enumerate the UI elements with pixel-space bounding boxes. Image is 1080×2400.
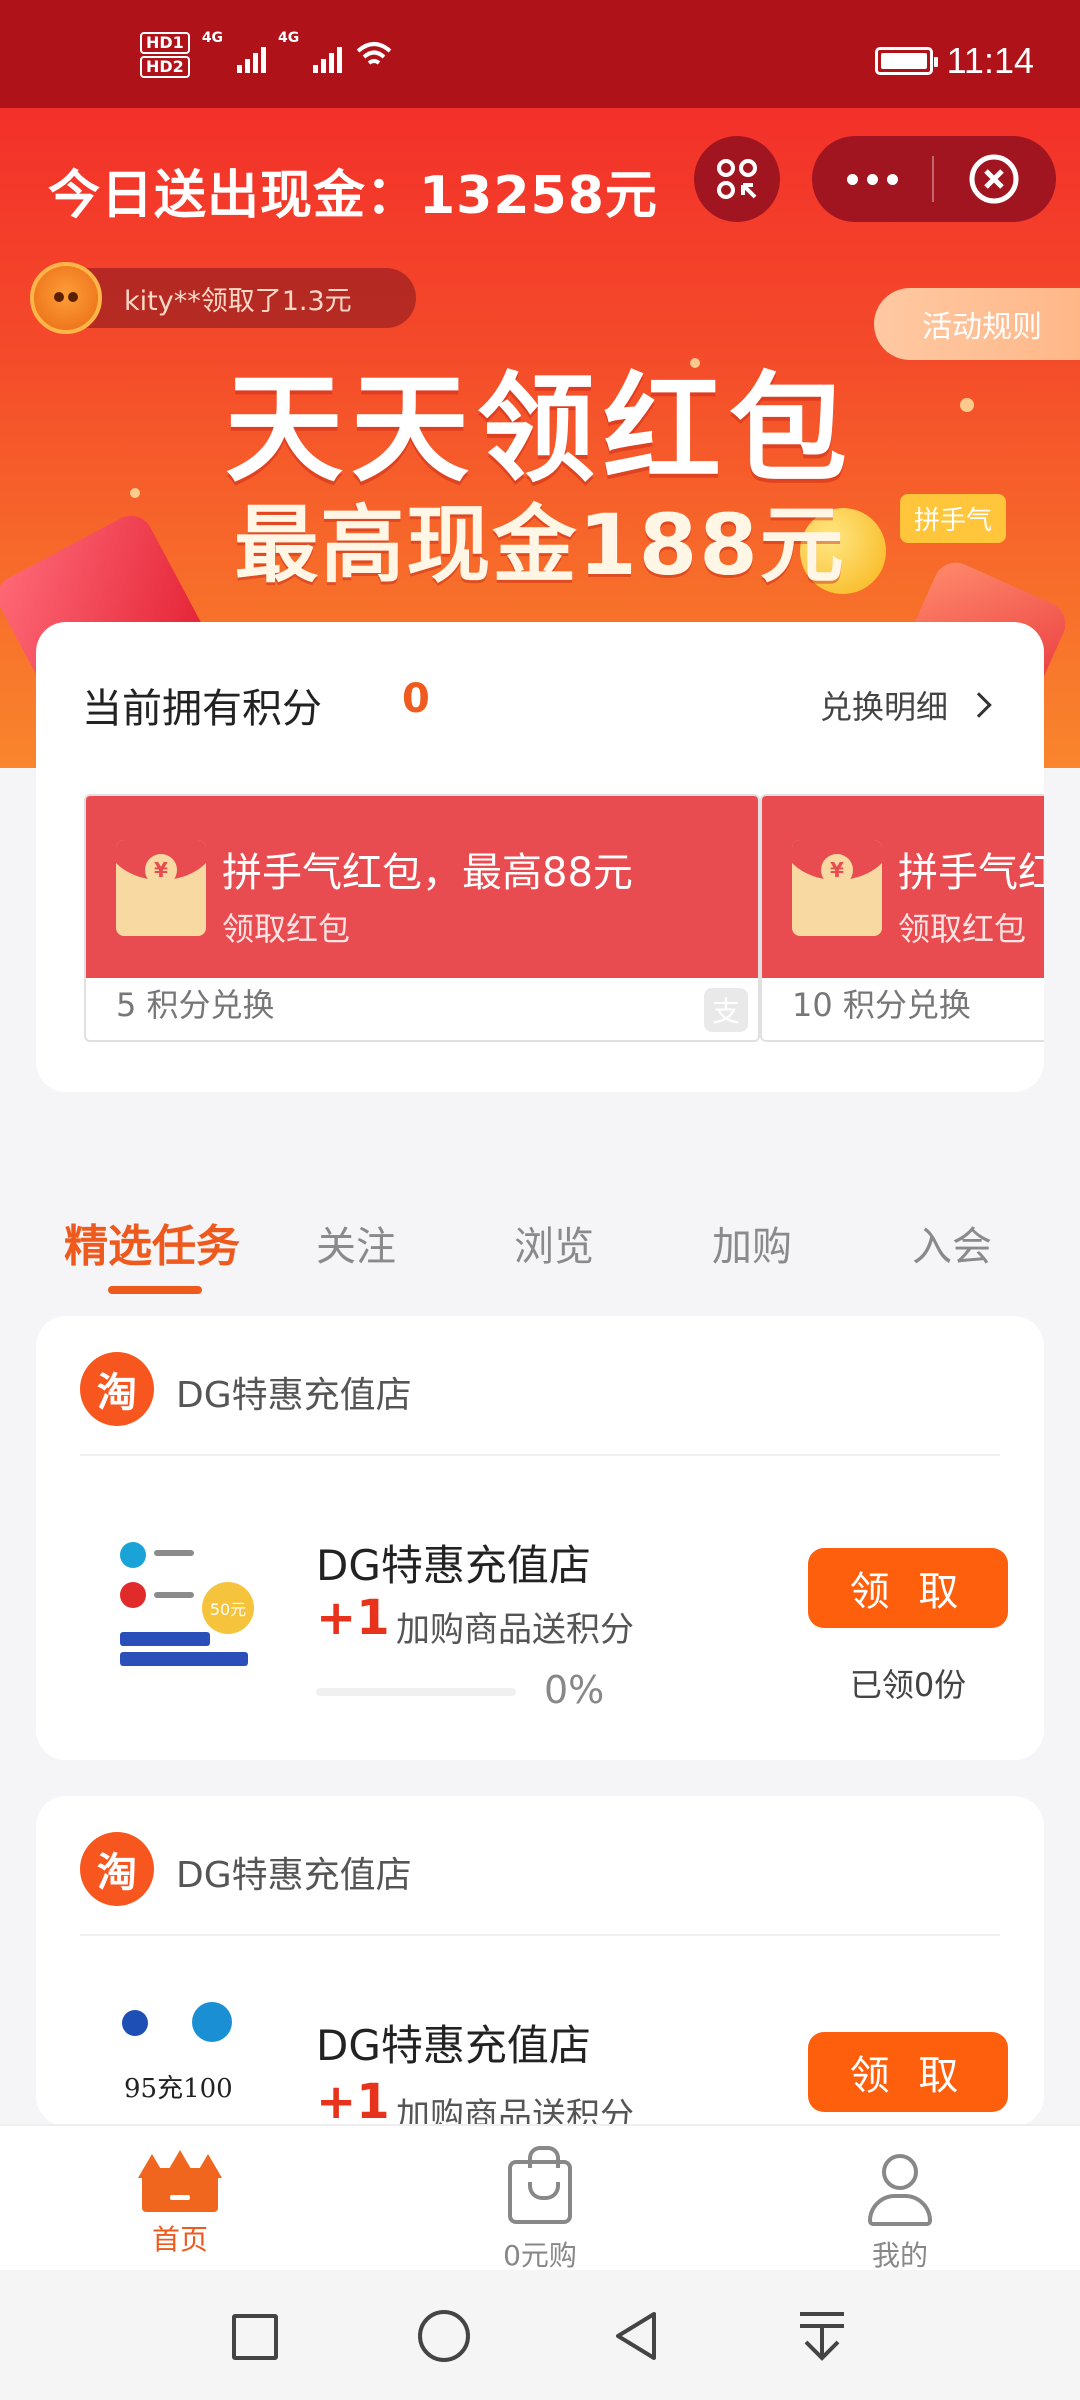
ticker-text: kity**领取了1.3元 <box>124 285 352 317</box>
signal-2-icon <box>313 37 343 73</box>
thumb-text-line <box>154 1550 194 1556</box>
china-mobile-logo <box>192 2002 232 2042</box>
signal-1-icon <box>237 37 267 73</box>
network-type-2: 4G <box>278 30 300 46</box>
status-bar: HD1 HD2 4G 4G 11:14 <box>0 0 1080 108</box>
bottom-nav: 首页 0元购 我的 <box>0 2124 1080 2272</box>
coupon-list: ¥ 拼手气红包，最高88元 领取红包 5 积分兑换 支 ¥ 拼手气红包，最高88… <box>84 794 1044 1042</box>
more-button[interactable] <box>812 173 932 185</box>
hd2-label: HD2 <box>140 56 190 78</box>
tab-indicator <box>108 1286 202 1294</box>
nav-home-label: 首页 <box>151 2223 208 2256</box>
wifi-icon <box>356 42 392 65</box>
coupon-title: 拼手气红包，最高88元 <box>222 850 633 896</box>
close-icon <box>969 154 1019 204</box>
network-type-1: 4G <box>201 30 224 46</box>
product-thumbnail[interactable]: 95充100 <box>116 1992 256 2126</box>
close-button[interactable] <box>934 153 1054 205</box>
divider <box>80 1454 1000 1456</box>
points-label: 当前拥有积分 <box>82 686 322 732</box>
task-description: 加购商品送积分 <box>396 2096 634 2126</box>
coupon-card[interactable]: ¥ 拼手气红包，最高88元 领取红包 5 积分兑换 支 <box>84 794 760 1042</box>
lucky-badge: 拼手气 <box>900 494 1007 543</box>
thumb-strip <box>120 1632 210 1646</box>
back-button[interactable] <box>608 2308 664 2364</box>
product-name: DG特惠充值店 <box>316 2021 591 2070</box>
points-card: 当前拥有积分 0 兑换明细 ¥ 拼手气红包，最高88元 领取红包 5 积分兑换 … <box>36 622 1044 1092</box>
product-name: DG特惠充值店 <box>316 1541 591 1590</box>
task-card: 淘 DG特惠充值店 95充100 DG特惠充值店 +1 加购商品送积分 领 取 <box>36 1796 1044 2126</box>
thumb-coin: 50元 <box>202 1582 254 1634</box>
claim-button[interactable]: 领 取 <box>808 2032 1008 2112</box>
taobao-icon: 淘 <box>80 1832 154 1906</box>
points-reward: +1 <box>316 2074 390 2126</box>
coupon-top: ¥ 拼手气红包，最高88元 领取红包 <box>762 796 1044 978</box>
recharge-card-image: 95充100 <box>116 2002 256 2126</box>
nav-zero-buy[interactable]: 0元购 <box>460 2146 620 2274</box>
claim-button[interactable]: 领 取 <box>808 1548 1008 1628</box>
china-telecom-logo <box>122 2010 148 2036</box>
tab-join[interactable]: 入会 <box>912 1214 992 1272</box>
nav-home[interactable]: 首页 <box>100 2150 260 2258</box>
recharge-card-image: 50元 <box>116 1536 256 1666</box>
divider <box>80 1934 1000 1936</box>
product-thumbnail[interactable]: 50元 <box>116 1526 256 1676</box>
taobao-icon: 淘 <box>80 1352 154 1426</box>
claimed-count: 已领0份 <box>849 1666 967 1704</box>
recents-button[interactable] <box>232 2314 278 2360</box>
progress-bar <box>316 1688 516 1696</box>
coupon-subtitle: 领取红包 <box>222 910 351 948</box>
thumb-strip <box>120 1652 248 1666</box>
progress-percent: 0% <box>544 1668 605 1712</box>
coupon-cost: 10 积分兑换 <box>792 986 971 1024</box>
battery-icon <box>874 47 938 75</box>
nav-me[interactable]: 我的 <box>820 2154 980 2274</box>
coupon-cost: 5 积分兑换 <box>116 986 275 1024</box>
hd-badge: HD1 HD2 <box>140 30 190 80</box>
thumb-text-line <box>154 1592 194 1598</box>
tab-browse[interactable]: 浏览 <box>514 1214 594 1272</box>
status-right: 11:14 <box>874 40 1034 82</box>
exchange-detail-link[interactable]: 兑换明细 <box>819 682 992 728</box>
shop-name: DG特惠充值店 <box>176 1855 412 1896</box>
coupon-card[interactable]: ¥ 拼手气红包，最高88元 领取红包 10 积分兑换 <box>760 794 1044 1042</box>
points-reward: +1 <box>316 1590 390 1646</box>
page-title: 今日送出现金：13258元 <box>48 166 658 226</box>
coupon-title: 拼手气红包，最高88元 <box>898 850 1044 896</box>
avatar <box>30 262 102 334</box>
tab-selected-tasks[interactable]: 精选任务 <box>64 1210 240 1274</box>
tab-follow[interactable]: 关注 <box>316 1214 396 1272</box>
user-icon <box>868 2154 932 2228</box>
hd1-label: HD1 <box>140 32 190 54</box>
points-value: 0 <box>402 676 430 722</box>
shop-name: DG特惠充值店 <box>176 1375 412 1416</box>
exchange-detail-label: 兑换明细 <box>819 688 948 726</box>
scan-icon <box>717 159 757 199</box>
coupon-top: ¥ 拼手气红包，最高88元 领取红包 <box>86 796 758 978</box>
china-telecom-logo <box>120 1582 146 1608</box>
tab-add-cart[interactable]: 加购 <box>712 1214 792 1272</box>
task-description: 加购商品送积分 <box>396 1610 634 1650</box>
coupon-subtitle: 领取红包 <box>898 910 1027 948</box>
scan-button[interactable] <box>694 136 780 222</box>
task-tabs: 精选任务 关注 浏览 加购 入会 <box>0 1210 1080 1300</box>
nav-zero-buy-label: 0元购 <box>503 2239 577 2272</box>
china-mobile-logo <box>120 1542 146 1568</box>
red-envelope-icon: ¥ <box>116 840 206 936</box>
thumb-text: 95充100 <box>124 2074 233 2104</box>
chevron-right-icon <box>966 692 992 718</box>
home-button[interactable] <box>418 2310 470 2362</box>
task-card: 淘 DG特惠充值店 50元 DG特惠充值店 +1 加购商品送积分 0% 领 取 … <box>36 1316 1044 1760</box>
notification-pull-button[interactable] <box>796 2308 848 2364</box>
crown-icon <box>138 2150 222 2212</box>
shopping-bag-icon <box>508 2146 572 2224</box>
nav-me-label: 我的 <box>871 2239 928 2272</box>
miniapp-capsule <box>812 136 1056 222</box>
system-navigation-bar <box>0 2270 1080 2400</box>
clock: 11:14 <box>946 40 1034 81</box>
winner-ticker: kity**领取了1.3元 <box>30 262 416 334</box>
alipay-icon: 支 <box>704 988 748 1032</box>
red-envelope-icon: ¥ <box>792 840 882 936</box>
network-indicators: HD1 HD2 4G 4G <box>140 30 394 80</box>
